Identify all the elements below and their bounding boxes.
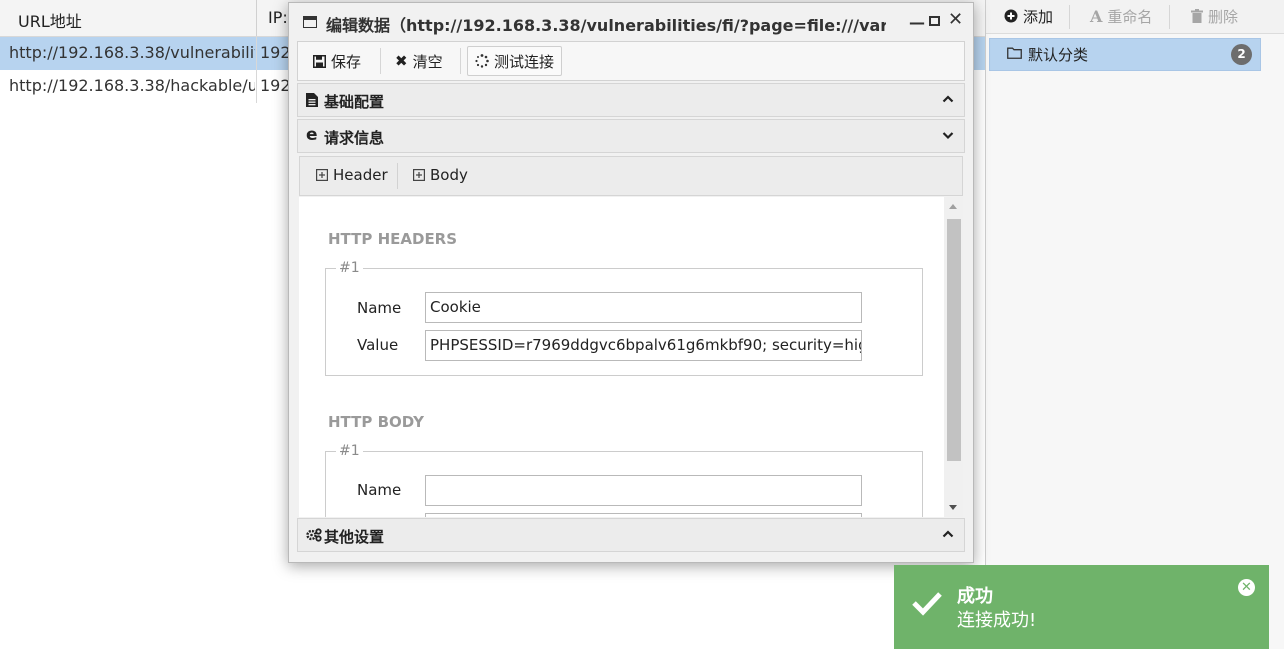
ip-cell: 192 [260, 76, 290, 95]
section-basic-config[interactable]: 基础配置 [297, 83, 965, 117]
clear-label: 清空 [412, 52, 443, 71]
chevron-down-icon [942, 132, 954, 140]
vertical-scrollbar[interactable] [944, 197, 963, 517]
plus-square-icon [316, 169, 328, 181]
toolbar-divider [1069, 5, 1070, 29]
entry-legend: #1 [336, 443, 363, 459]
body-name-input[interactable] [425, 475, 862, 506]
header-value-input[interactable]: PHPSESSID=r7969ddgvc6bpalv61g6mkbf90; se… [425, 330, 862, 361]
test-connection-label: 测试连接 [494, 52, 555, 71]
toast-close-icon[interactable]: ✕ [1238, 579, 1255, 596]
url-cell: http://192.168.3.38/hackable/uplc [9, 76, 255, 95]
section-request-info[interactable]: e 请求信息 [297, 119, 965, 153]
toast-title: 成功 [957, 586, 993, 607]
tab-body[interactable]: Body [413, 166, 468, 184]
scroll-down-arrow[interactable] [949, 505, 957, 510]
header-entry: #1 Name Cookie Value PHPSESSID=r7969ddgv… [325, 260, 923, 376]
entry-legend: #1 [336, 260, 363, 276]
section-other-settings[interactable]: 其他设置 [297, 518, 965, 552]
category-panel: 添加 A 重命名 删除 默认分类 2 [985, 0, 1284, 649]
add-label: 添加 [1023, 7, 1054, 26]
section-label: 请求信息 [324, 129, 385, 147]
font-icon: A [1090, 6, 1103, 26]
plus-square-icon [413, 169, 425, 181]
rename-category-button[interactable]: A 重命名 [1090, 6, 1152, 26]
scroll-up-arrow[interactable] [949, 204, 957, 209]
window-icon [303, 16, 317, 28]
save-button[interactable]: 保存 [306, 46, 368, 76]
file-icon [306, 93, 318, 107]
toolbar-divider [460, 48, 461, 74]
gears-icon [306, 528, 322, 542]
value-label: Value [357, 336, 399, 354]
toolbar-divider [1169, 5, 1170, 29]
save-icon [313, 54, 326, 68]
url-cell: http://192.168.3.38/vulnerabilities [9, 43, 255, 62]
rename-label: 重命名 [1107, 7, 1153, 26]
tab-divider [397, 163, 398, 189]
request-tabs: Header Body [299, 156, 963, 196]
section-label: 基础配置 [324, 93, 385, 111]
checkmark-icon [912, 592, 942, 616]
name-label: Name [357, 481, 402, 499]
add-category-button[interactable]: 添加 [1004, 6, 1053, 26]
chevron-up-icon [942, 95, 954, 103]
tab-label: Body [430, 166, 468, 184]
delete-label: 删除 [1208, 7, 1239, 26]
count-badge: 2 [1231, 44, 1252, 65]
body-value-input[interactable] [425, 513, 862, 517]
request-content: HTTP HEADERS #1 Name Cookie Value PHPSES… [299, 197, 963, 517]
column-header-url[interactable]: URL地址 [0, 0, 257, 36]
tab-header[interactable]: Header [316, 166, 388, 184]
trash-icon [1191, 9, 1203, 23]
spinner-icon [475, 54, 489, 68]
name-label: Name [357, 299, 402, 317]
plus-circle-icon [1004, 9, 1018, 23]
category-label: 默认分类 [1028, 46, 1089, 64]
maximize-button[interactable] [929, 16, 940, 26]
header-name-input[interactable]: Cookie [425, 292, 862, 323]
category-toolbar: 添加 A 重命名 删除 [986, 0, 1284, 34]
column-divider [256, 70, 257, 103]
ip-cell: 192 [260, 43, 290, 62]
x-icon: ✖ [395, 52, 408, 70]
test-connection-button[interactable]: 测试连接 [467, 46, 563, 76]
body-entry: #1 Name [325, 443, 923, 517]
toast-message: 连接成功! [957, 610, 1037, 631]
edge-browser-icon: e [306, 125, 318, 145]
category-item-default[interactable]: 默认分类 2 [989, 38, 1261, 71]
save-label: 保存 [331, 52, 362, 71]
column-divider [256, 37, 257, 70]
chevron-up-icon [942, 530, 954, 538]
tab-label: Header [333, 166, 388, 184]
section-label: 其他设置 [324, 528, 385, 546]
dialog-toolbar: 保存 ✖ 清空 测试连接 [297, 41, 965, 81]
folder-icon [1007, 47, 1022, 59]
http-body-title: HTTP BODY [328, 413, 424, 431]
success-toast: 成功 连接成功! ✕ [894, 565, 1269, 649]
clear-button[interactable]: ✖ 清空 [388, 46, 450, 76]
edit-data-dialog: 编辑数据（http://192.168.3.38/vulnerabilities… [288, 2, 974, 563]
delete-category-button[interactable]: 删除 [1191, 6, 1238, 26]
scroll-thumb[interactable] [947, 219, 961, 461]
dialog-titlebar[interactable]: 编辑数据（http://192.168.3.38/vulnerabilities… [289, 3, 973, 39]
http-headers-title: HTTP HEADERS [328, 230, 458, 248]
toolbar-divider [380, 48, 381, 74]
dialog-title: 编辑数据（http://192.168.3.38/vulnerabilities… [326, 16, 886, 35]
minimize-button[interactable]: — [909, 15, 925, 31]
close-button[interactable]: ✕ [948, 11, 963, 29]
